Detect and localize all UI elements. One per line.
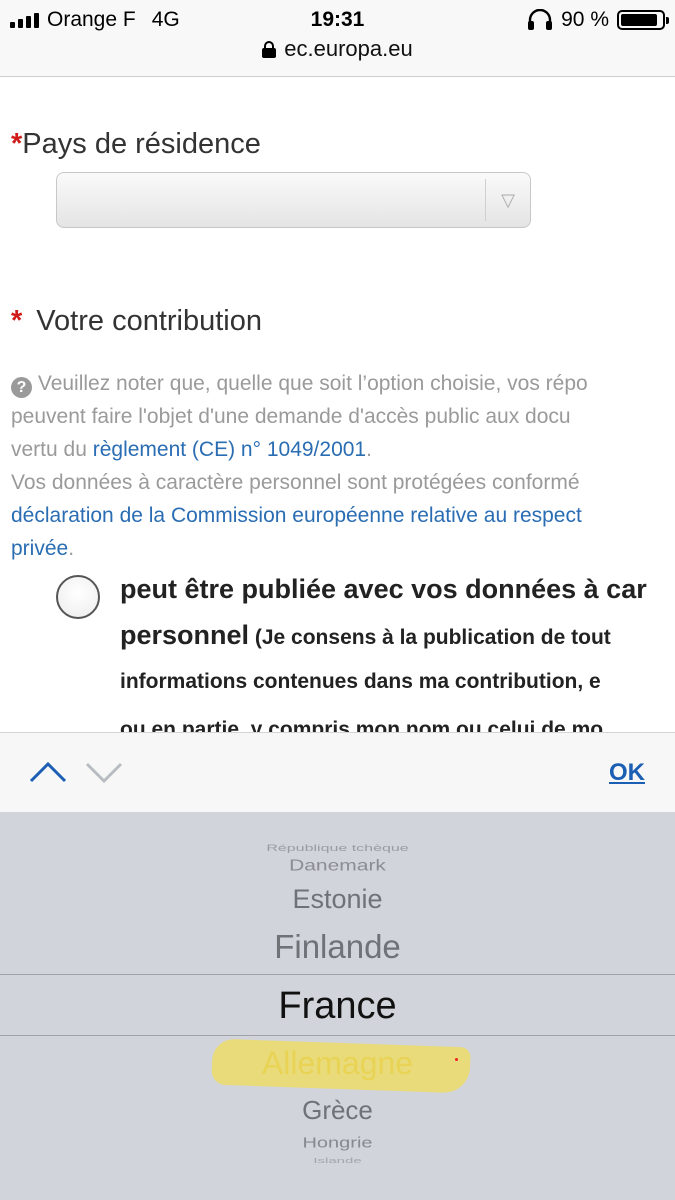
status-bar: Orange F 4G 19:31 90 % ec.europa.eu [0, 0, 675, 77]
battery-percent: 90 % [561, 8, 609, 31]
help-icon[interactable]: ? [11, 377, 32, 398]
picker-item[interactable]: Grèce [0, 1095, 675, 1126]
picker-item[interactable]: Estonie [0, 884, 675, 915]
yellow-highlight-mark [211, 1038, 471, 1094]
required-asterisk: * [11, 128, 23, 160]
regulation-link[interactable]: règlement (CE) n° 1049/2001 [93, 438, 366, 461]
status-left: Orange F 4G [10, 6, 180, 34]
option-line-3[interactable]: informations contenues dans ma contribut… [120, 670, 601, 694]
country-field-label: *Pays de résidence [11, 128, 261, 161]
notice-line-5: déclaration de la Commission européenne … [11, 499, 675, 532]
chevron-up-icon[interactable] [28, 751, 68, 791]
publish-with-personal-data-radio[interactable] [56, 575, 100, 619]
picker-item[interactable]: République tchèque [0, 844, 675, 854]
notice-text: ? Veuillez noter que, quelle que soit l’… [11, 367, 675, 565]
country-label-text: Pays de résidence [22, 128, 261, 160]
picker-item[interactable]: Danemark [0, 857, 675, 875]
required-asterisk: * [11, 305, 23, 337]
country-picker-wheel[interactable]: République tchèque Danemark Estonie Finl… [0, 812, 675, 1200]
notice-line-3: vertu du règlement (CE) n° 1049/2001. [11, 438, 372, 461]
privacy-statement-link-end[interactable]: privée [11, 537, 68, 560]
network-type: 4G [151, 8, 180, 31]
contribution-label-text: Votre contribution [36, 305, 262, 337]
lock-icon [262, 41, 277, 58]
privacy-statement-link[interactable]: déclaration de la Commission européenne … [11, 504, 582, 527]
signal-icon [10, 12, 39, 28]
dropdown-arrow-icon: ▽ [485, 179, 530, 221]
red-dot-mark [455, 1058, 458, 1061]
notice-line-2: peuvent faire l'objet d'une demande d'ac… [11, 405, 571, 428]
carrier-name: Orange F [47, 8, 136, 31]
ok-button[interactable]: OK [609, 759, 645, 787]
battery-fill [621, 14, 657, 26]
option-line-2[interactable]: personnel (Je consens à la publication d… [120, 620, 611, 651]
picker-item[interactable]: Hongrie [0, 1135, 675, 1152]
chevron-down-icon[interactable] [84, 751, 124, 791]
picker-item[interactable]: Islande [0, 1156, 675, 1165]
battery-icon [617, 10, 669, 30]
picker-toolbar: OK [0, 732, 675, 813]
url-text: ec.europa.eu [284, 36, 413, 61]
notice-line-1: ? Veuillez noter que, quelle que soit l’… [11, 367, 675, 400]
notice-line-4: Vos données à caractère personnel sont p… [11, 471, 580, 494]
status-right: 90 % [527, 6, 669, 34]
country-select[interactable]: ▽ [56, 172, 531, 228]
contribution-label: * Votre contribution [11, 305, 262, 338]
option-line-1[interactable]: peut être publiée avec vos données à car [120, 574, 647, 605]
picker-item[interactable]: Finlande [0, 928, 675, 966]
picker-item-selected[interactable]: France [0, 985, 675, 1028]
headphones-icon [528, 9, 553, 30]
address-bar[interactable]: ec.europa.eu [0, 34, 675, 64]
notice-line-6: privée. [11, 537, 75, 560]
